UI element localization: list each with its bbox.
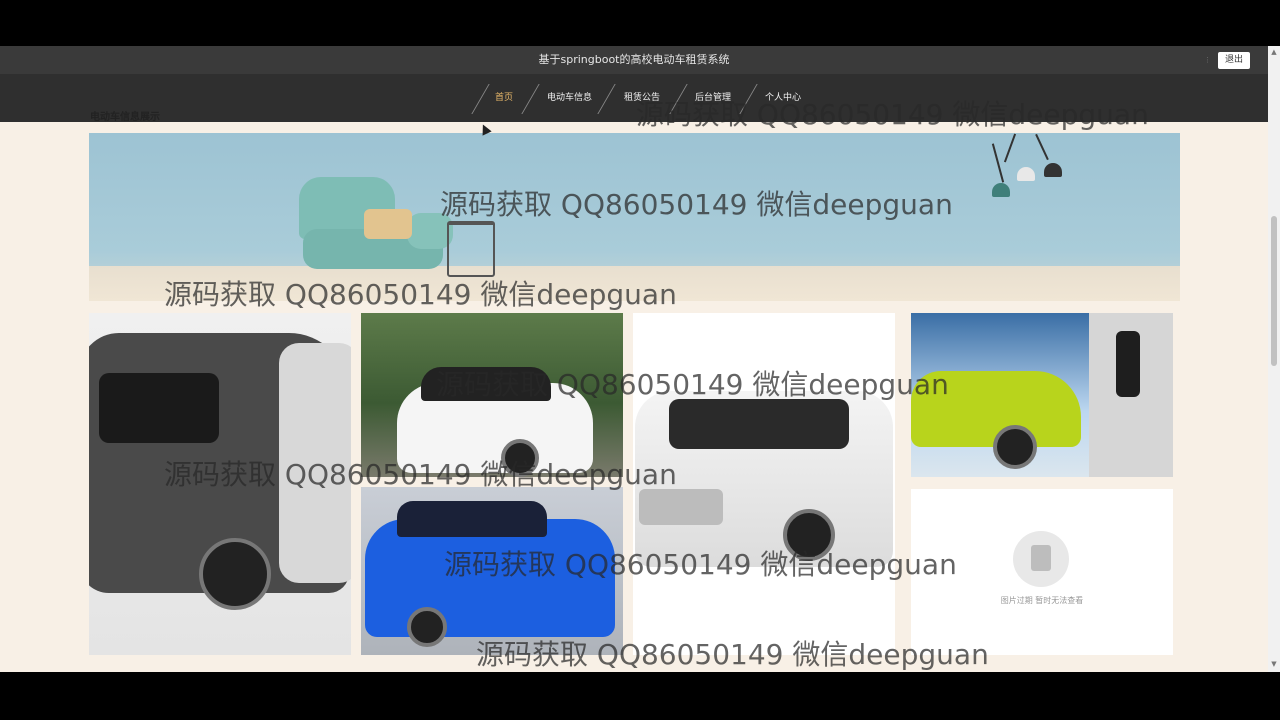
car-window (421, 367, 551, 401)
scroll-down-icon[interactable]: ▼ (1270, 660, 1278, 668)
charger-icon (1116, 331, 1140, 397)
wheel-image (501, 439, 539, 477)
nav-separator (739, 84, 758, 114)
wheel-image (783, 509, 835, 561)
nav-separator (521, 84, 540, 114)
car-window (397, 501, 547, 537)
nav-separator (597, 84, 616, 114)
nav-item-profile[interactable]: 个人中心 (765, 74, 801, 122)
lamp-wire (1035, 133, 1049, 161)
scrollbar-thumb[interactable] (1271, 216, 1277, 366)
car-window (669, 399, 849, 449)
image-expired-icon (1013, 531, 1069, 587)
pillow-image (364, 209, 412, 239)
image-expired-glyph (1031, 545, 1051, 571)
menu-dots-icon[interactable]: ⋮ (1204, 56, 1211, 64)
logout-button[interactable]: 退出 (1218, 52, 1250, 69)
banner-floor (89, 266, 1180, 301)
site-title: 基于springboot的高校电动车租赁系统 (538, 53, 730, 66)
section-title: 电动车信息展示 (90, 112, 160, 123)
ev-card[interactable] (89, 313, 351, 655)
lamp-wire (1003, 133, 1017, 163)
nav-item-home[interactable]: 首页 (495, 74, 513, 122)
scroll-up-icon[interactable]: ▲ (1270, 48, 1278, 56)
car-side-panel (279, 343, 351, 583)
screen: 基于springboot的高校电动车租赁系统 ⋮ 退出 首页 电动车信息 租赁公… (0, 0, 1280, 720)
nav-item-ev-info[interactable]: 电动车信息 (547, 74, 592, 122)
page-scrollbar[interactable]: ▲ ▼ (1268, 46, 1280, 672)
top-bar: 基于springboot的高校电动车租赁系统 ⋮ 退出 (0, 46, 1268, 74)
lamp-icon (1017, 167, 1035, 181)
ev-card[interactable] (361, 487, 623, 655)
ev-card[interactable] (911, 313, 1173, 477)
image-expired-text: 图片过期 暂时无法查看 (1000, 596, 1084, 605)
nav-separator (471, 84, 490, 114)
nav-item-rental-notice[interactable]: 租赁公告 (624, 74, 660, 122)
front-grille (639, 489, 723, 525)
ev-card[interactable] (633, 313, 895, 655)
ev-card[interactable] (361, 313, 623, 477)
wheel-image (199, 538, 271, 610)
wheel-image (993, 425, 1037, 469)
lamp-wire (991, 143, 1005, 183)
nav-separator (669, 84, 688, 114)
lamp-icon (1044, 163, 1062, 177)
nav-item-admin[interactable]: 后台管理 (695, 74, 731, 122)
side-table-image (447, 221, 495, 277)
browser-viewport: 基于springboot的高校电动车租赁系统 ⋮ 退出 首页 电动车信息 租赁公… (0, 46, 1268, 672)
car-window (99, 373, 219, 443)
main-nav: 首页 电动车信息 租赁公告 后台管理 个人中心 (0, 74, 1268, 122)
lamp-icon (992, 183, 1010, 197)
wheel-image (407, 607, 447, 647)
hero-banner (89, 133, 1180, 301)
ev-card[interactable]: 图片过期 暂时无法查看 (911, 489, 1173, 655)
